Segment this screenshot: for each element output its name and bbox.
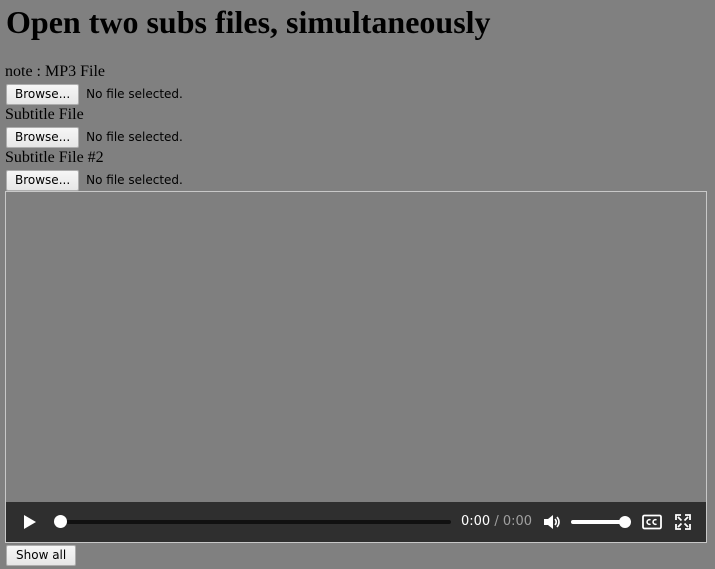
- mp3-browse-button[interactable]: Browse...: [6, 83, 80, 105]
- subtitle-file-label: Subtitle File: [5, 106, 84, 123]
- subtitle-file-2-input[interactable]: Browse... No file selected.: [6, 169, 183, 191]
- time-display: 0:00 / 0:00: [461, 514, 532, 530]
- progress-bar[interactable]: [60, 520, 451, 524]
- progress-handle[interactable]: [54, 515, 67, 528]
- mp3-file-status: No file selected.: [86, 87, 183, 101]
- subtitle-file-input[interactable]: Browse... No file selected.: [6, 126, 183, 148]
- fullscreen-icon[interactable]: [675, 514, 691, 530]
- subtitle-file-2-status: No file selected.: [86, 173, 183, 187]
- duration: 0:00: [502, 514, 533, 529]
- subtitle-file-status: No file selected.: [86, 130, 183, 144]
- page-title: Open two subs files, simultaneously: [6, 4, 491, 40]
- show-all-button[interactable]: Show all: [6, 545, 77, 566]
- volume-handle[interactable]: [619, 516, 631, 528]
- subtitle-browse-button[interactable]: Browse...: [6, 126, 80, 148]
- time-separator: /: [494, 514, 499, 529]
- mp3-file-input[interactable]: Browse... No file selected.: [6, 83, 183, 105]
- video-player[interactable]: 0:00 / 0:00: [5, 191, 707, 543]
- closed-captions-icon[interactable]: [642, 514, 662, 530]
- play-icon[interactable]: [24, 515, 36, 529]
- mp3-file-label: note : MP3 File: [5, 63, 106, 80]
- current-time: 0:00: [461, 514, 491, 529]
- player-controls: 0:00 / 0:00: [6, 502, 706, 542]
- volume-icon[interactable]: [543, 514, 561, 530]
- subtitle-2-browse-button[interactable]: Browse...: [6, 169, 80, 191]
- subtitle-file-2-label: Subtitle File #2: [5, 149, 104, 166]
